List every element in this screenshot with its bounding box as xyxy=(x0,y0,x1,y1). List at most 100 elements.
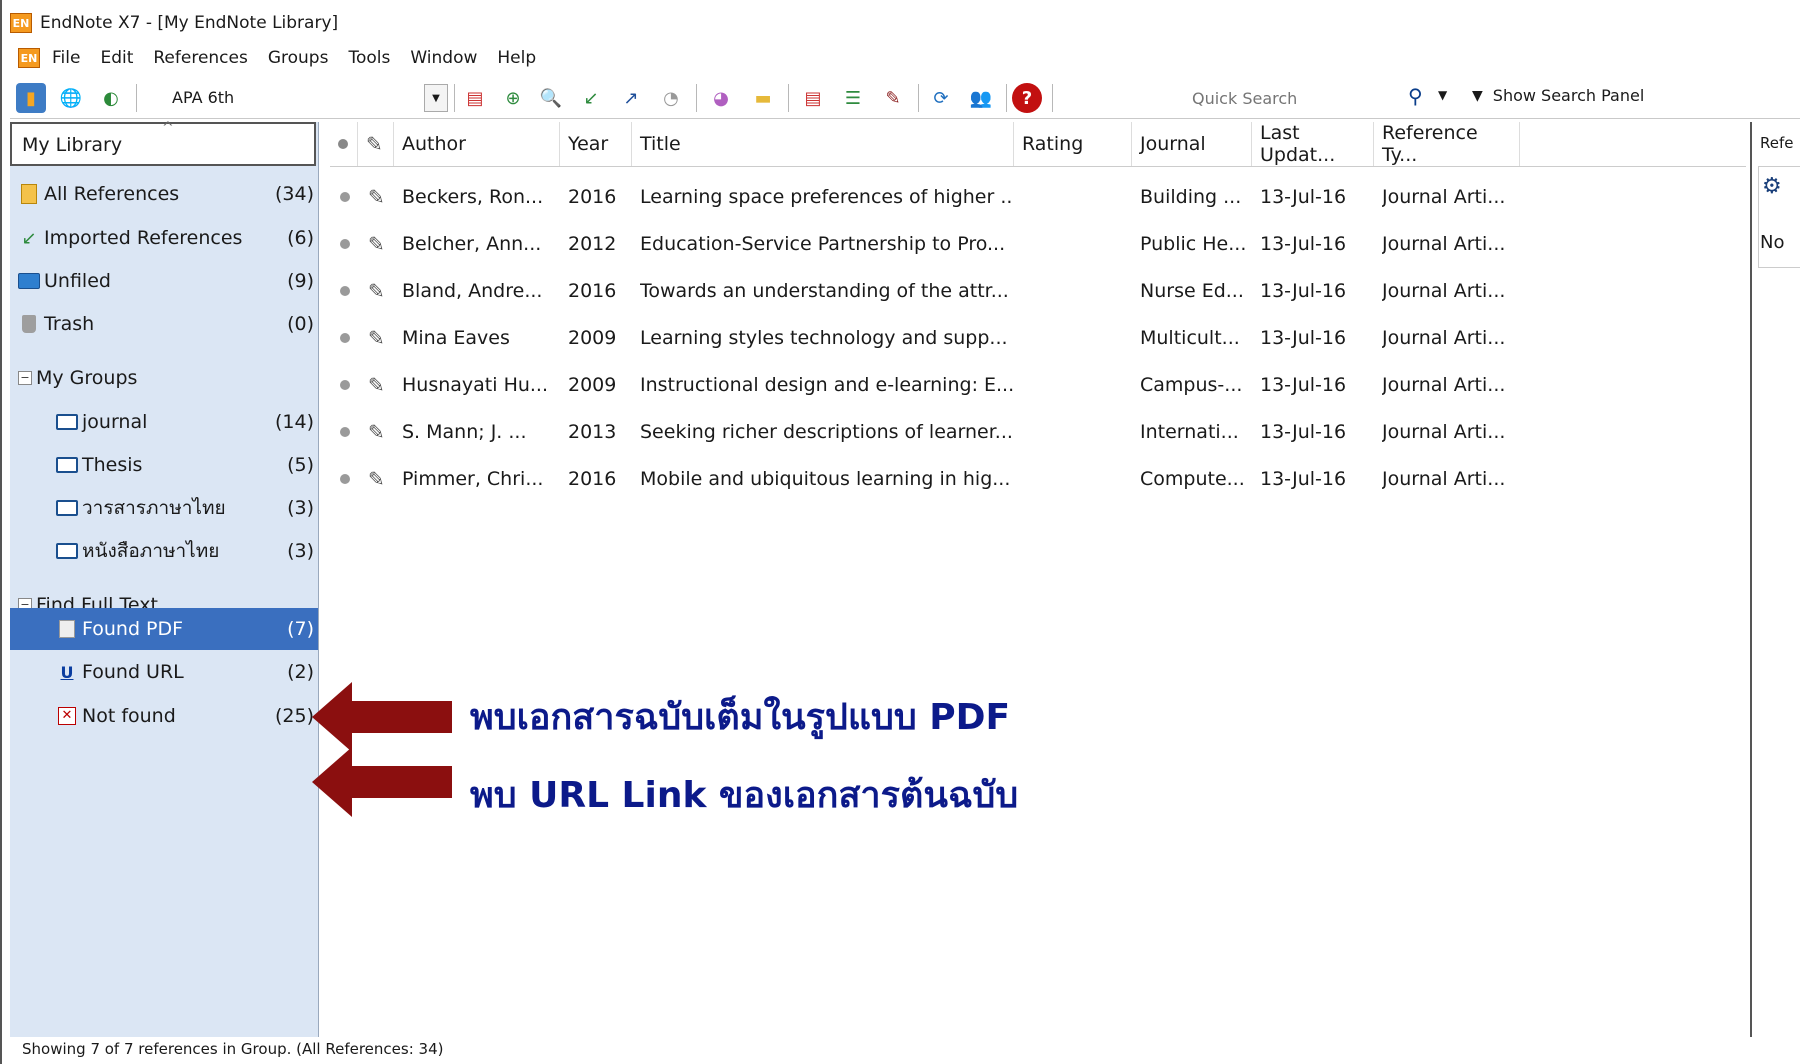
cell-reference-type: Journal Arti... xyxy=(1382,280,1506,302)
gear-icon[interactable]: ⚙ xyxy=(1762,174,1782,199)
menu-edit[interactable]: Edit xyxy=(100,48,133,68)
group-set-my-groups[interactable]: − My Groups xyxy=(18,358,318,398)
cell-last-updated: 13-Jul-16 xyxy=(1260,233,1347,255)
read-status-cell xyxy=(340,174,358,220)
return-to-word-icon[interactable]: ✎ xyxy=(878,83,908,113)
style-dropdown-icon[interactable]: ▼ xyxy=(424,84,448,112)
open-pdf-icon[interactable]: ◕ xyxy=(706,83,736,113)
cell-year: 2016 xyxy=(568,186,617,208)
collapse-icon[interactable]: − xyxy=(18,371,32,385)
show-search-panel-label: Show Search Panel xyxy=(1492,86,1645,105)
menu-file[interactable]: File xyxy=(52,48,80,68)
menu-groups[interactable]: Groups xyxy=(268,48,329,68)
find-full-text-icon[interactable]: 🔍 xyxy=(536,83,566,113)
column-journal[interactable]: Journal xyxy=(1132,122,1252,166)
cell-rating xyxy=(1022,409,1132,455)
integrated-library-mode-icon[interactable]: ◐ xyxy=(96,83,126,113)
cell-last-updated: 13-Jul-16 xyxy=(1260,327,1347,349)
toolbar: ▮ 🌐 ◐ APA 6th ▼ ▤ ⊕ 🔍 ↙ ↗ ◔ ◕ ▬ ▤ ☰ ✎ ⟳ … xyxy=(10,78,1800,119)
copy-formatted-icon[interactable]: ▤ xyxy=(460,83,490,113)
quick-search-input[interactable] xyxy=(1192,84,1392,112)
group-thai-books[interactable]: หนังสือภาษาไทย (3) xyxy=(56,531,318,571)
cell-year: 2013 xyxy=(568,421,617,443)
cell-title: Instructional design and e-learning: E..… xyxy=(640,374,1014,396)
read-status-icon xyxy=(340,333,350,343)
group-trash[interactable]: Trash (0) xyxy=(18,304,318,344)
sync-icon[interactable]: ⟳ xyxy=(926,83,956,113)
share-group-icon[interactable]: 👥 xyxy=(966,83,996,113)
column-rating[interactable]: Rating xyxy=(1014,122,1132,166)
group-label: Found PDF xyxy=(82,618,184,640)
group-unfiled[interactable]: Unfiled (9) xyxy=(18,261,318,301)
table-row[interactable]: ✎ Husnayati Hu... 2009 Instructional design… xyxy=(330,362,1746,408)
endnote-menu-icon[interactable]: EN xyxy=(18,48,40,68)
open-link-icon[interactable]: ◔ xyxy=(656,83,686,113)
group-imported-references[interactable]: ↙ Imported References (6) xyxy=(18,218,318,258)
group-count: (0) xyxy=(287,313,314,335)
status-bar: Showing 7 of 7 references in Group. (All… xyxy=(22,1040,444,1058)
my-library-label: My Library xyxy=(22,134,123,156)
table-row[interactable]: ✎ Bland, Andre... 2016 Towards an understan… xyxy=(330,268,1746,314)
my-library-header[interactable]: ^ My Library xyxy=(10,120,316,166)
group-label: วารสารภาษาไทย xyxy=(82,497,226,519)
folder-icon xyxy=(56,543,78,559)
group-count: (2) xyxy=(287,661,314,683)
menu-tools[interactable]: Tools xyxy=(348,48,390,68)
reference-panel-text: No xyxy=(1760,232,1785,253)
reference-list: ✎ Author Year Title Rating Journal Last … xyxy=(330,122,1746,1037)
imported-arrow-icon: ↙ xyxy=(21,227,37,249)
column-title[interactable]: Title xyxy=(632,122,1014,166)
pdf-arrow-icon xyxy=(312,682,452,752)
open-file-icon[interactable]: ▬ xyxy=(748,83,778,113)
help-icon[interactable]: ? xyxy=(1012,83,1042,113)
cell-title: Education-Service Partnership to Pro... xyxy=(640,233,1006,255)
read-status-cell xyxy=(340,409,358,455)
window-title: EndNote X7 - [My EndNote Library] xyxy=(40,13,339,33)
cell-reference-type: Journal Arti... xyxy=(1382,468,1506,490)
search-options-dropdown-icon[interactable]: ▼ xyxy=(1438,88,1447,102)
import-icon[interactable]: ↙ xyxy=(576,83,606,113)
attachment-column-header[interactable]: ✎ xyxy=(358,122,394,166)
format-bibliography-icon[interactable]: ☰ xyxy=(838,83,868,113)
group-found-pdf[interactable]: Found PDF (7) xyxy=(10,608,318,650)
paperclip-icon: ✎ xyxy=(368,467,385,491)
group-count: (6) xyxy=(287,227,314,249)
group-not-found[interactable]: ✕ Not found (25) xyxy=(56,696,318,736)
local-library-mode-icon[interactable]: ▮ xyxy=(16,83,46,113)
column-year[interactable]: Year xyxy=(560,122,632,166)
folder-icon xyxy=(56,500,78,516)
menu-help[interactable]: Help xyxy=(497,48,536,68)
cell-rating xyxy=(1022,315,1132,361)
group-all-references[interactable]: All References (34) xyxy=(18,174,318,214)
search-icon[interactable]: ⚲ xyxy=(1408,84,1423,108)
new-reference-icon[interactable]: ⊕ xyxy=(498,83,528,113)
cell-journal: Multicult... xyxy=(1140,327,1240,349)
output-style-select[interactable]: APA 6th xyxy=(172,88,234,107)
column-last-updated[interactable]: Last Updat... xyxy=(1252,122,1374,166)
column-reference-type[interactable]: Reference Ty... xyxy=(1374,122,1520,166)
column-author[interactable]: Author xyxy=(394,122,560,166)
group-thesis[interactable]: Thesis (5) xyxy=(56,445,318,485)
cell-rating xyxy=(1022,221,1132,267)
insert-citation-icon[interactable]: ▤ xyxy=(798,83,828,113)
table-row[interactable]: ✎ Belcher, Ann... 2012 Education-Service Pa… xyxy=(330,221,1746,267)
table-row[interactable]: ✎ Mina Eaves 2009 Learning styles technolog… xyxy=(330,315,1746,361)
menu-window[interactable]: Window xyxy=(410,48,477,68)
menu-references[interactable]: References xyxy=(153,48,247,68)
group-thai-journals[interactable]: วารสารภาษาไทย (3) xyxy=(56,488,318,528)
menu-bar: EN File Edit References Groups Tools Win… xyxy=(18,44,556,72)
export-icon[interactable]: ↗ xyxy=(616,83,646,113)
read-status-column-header[interactable] xyxy=(330,122,358,166)
online-search-mode-icon[interactable]: 🌐 xyxy=(56,83,86,113)
cell-year: 2009 xyxy=(568,374,617,396)
read-status-cell xyxy=(340,315,358,361)
group-found-url[interactable]: U Found URL (2) xyxy=(56,652,318,692)
table-row[interactable]: ✎ S. Mann; J. ... 2013 Seeking richer descr… xyxy=(330,409,1746,455)
table-row[interactable]: ✎ Pimmer, Chri... 2016 Mobile and ubiquitou… xyxy=(330,456,1746,502)
group-journal[interactable]: journal (14) xyxy=(56,402,318,442)
cell-title: Learning space preferences of higher ... xyxy=(640,186,1014,208)
funnel-icon: ▼ xyxy=(1472,87,1483,104)
show-search-panel-button[interactable]: ▼ Show Search Panel xyxy=(1472,86,1644,105)
reference-panel-tab[interactable]: Refe xyxy=(1760,134,1794,152)
table-row[interactable]: ✎ Beckers, Ron... 2016 Learning space prefe… xyxy=(330,174,1746,220)
